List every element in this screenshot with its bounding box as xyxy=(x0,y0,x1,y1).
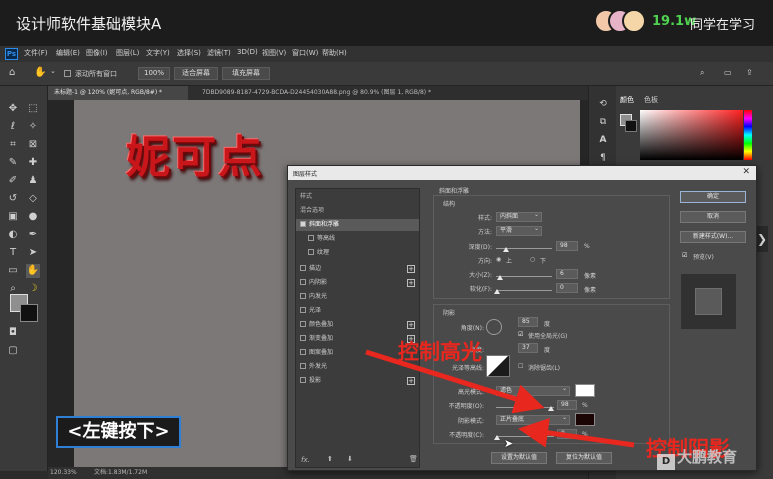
watermark-logo-icon: D xyxy=(657,454,675,470)
annotation-arrows xyxy=(365,349,635,448)
mouse-cursor-icon: ➤ xyxy=(504,437,514,450)
shadow-arrow xyxy=(518,417,635,448)
screen: 设计师软件基础模块A 19.1w 同学在学习 Ps 文件(F) 编辑(E) 图像… xyxy=(0,0,773,479)
watermark: D 大鹏教育 xyxy=(657,446,737,470)
highlight-annotation: 控制高光 xyxy=(398,340,482,364)
watermark-text: 大鹏教育 xyxy=(677,448,738,466)
